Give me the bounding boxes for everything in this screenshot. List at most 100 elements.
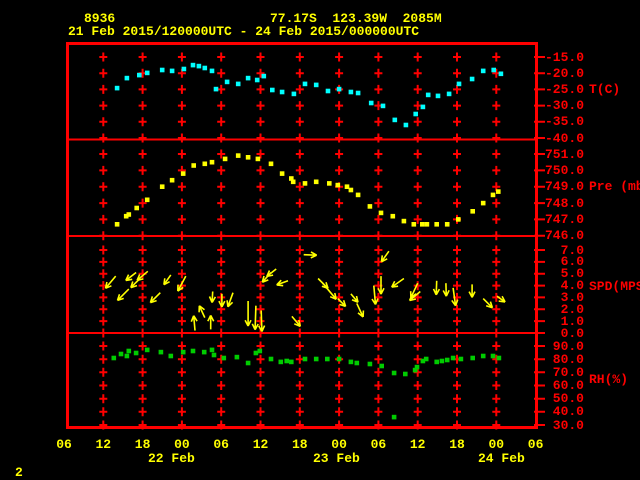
- wind-arrow: [380, 250, 390, 263]
- y-tick-label: -40.0: [544, 130, 584, 146]
- pressure-point: [420, 222, 425, 227]
- pressure-point: [411, 222, 417, 227]
- relative-humidity-point: [302, 356, 308, 362]
- x-date-label: 23 Feb: [313, 451, 360, 466]
- relative-humidity-point: [180, 349, 186, 355]
- pressure-point: [367, 204, 373, 209]
- temperature-point: [159, 67, 165, 73]
- aws-time-series-screen: 8936 77.17S 123.39W 2085M 21 Feb 2015/12…: [0, 0, 640, 480]
- wind-arrow: [371, 285, 379, 305]
- relative-humidity-point: [325, 356, 330, 362]
- wind-arrow: [442, 283, 450, 297]
- relative-humidity-point: [133, 350, 139, 356]
- relative-humidity-point: [414, 364, 420, 370]
- wind-arrow: [303, 251, 318, 259]
- temperature-point: [446, 91, 452, 97]
- relative-humidity-point: [289, 359, 294, 365]
- relative-humidity-point: [234, 354, 240, 360]
- relative-humidity-point: [168, 353, 174, 359]
- temperature-point: [181, 66, 187, 72]
- relative-humidity-point: [348, 359, 354, 365]
- temperature-point: [425, 92, 431, 98]
- relative-humidity-point: [201, 349, 207, 355]
- pressure-point: [290, 179, 296, 185]
- relative-humidity-point: [144, 347, 150, 353]
- relative-humidity-point: [111, 355, 117, 361]
- wind-arrow: [390, 277, 405, 288]
- relative-humidity-point: [313, 356, 319, 362]
- relative-humidity-point: [403, 371, 408, 377]
- relative-humidity-point: [391, 414, 397, 420]
- temperature-point: [124, 75, 130, 81]
- x-hour-label: 00: [174, 437, 190, 452]
- pressure-point: [235, 153, 241, 158]
- wind-arrow: [226, 292, 234, 308]
- panel-unit-label: T(C): [589, 81, 621, 97]
- temperature-point: [235, 81, 241, 87]
- y-tick-label: 70.0: [552, 364, 584, 380]
- relative-humidity-point: [444, 357, 450, 363]
- y-tick-label: 747.0: [544, 211, 584, 227]
- wind-arrow: [432, 280, 441, 296]
- relative-humidity-point: [367, 361, 373, 367]
- wind-arrow: [177, 275, 187, 292]
- pressure-point: [456, 217, 461, 222]
- pressure-point: [279, 171, 285, 176]
- y-tick-label: 749.0: [544, 179, 584, 195]
- temperature-point: [279, 89, 285, 95]
- pressure-point: [490, 192, 496, 198]
- temperature-point: [196, 63, 202, 69]
- relative-humidity-point: [124, 353, 130, 359]
- y-tick-label: 751.0: [544, 146, 584, 162]
- time-range: 21 Feb 2015/120000UTC - 24 Feb 2015/0000…: [68, 24, 420, 39]
- y-tick-label: 746.0: [544, 228, 584, 244]
- pressure-point: [268, 161, 274, 167]
- y-tick-label: 60.0: [552, 378, 584, 393]
- panel-unit-label: RH(%): [589, 371, 629, 387]
- temperature-point: [392, 117, 398, 123]
- x-date-label: 22 Feb: [148, 451, 195, 466]
- temperature-point: [456, 81, 462, 87]
- pressure-point: [169, 177, 175, 183]
- wind-arrow: [276, 279, 289, 287]
- relative-humidity-point: [257, 348, 263, 354]
- temperature-point: [355, 90, 361, 96]
- y-tick-label: -25.0: [544, 81, 584, 97]
- wind-arrow: [163, 274, 172, 286]
- pressure-point: [255, 156, 261, 162]
- relative-humidity-point: [423, 356, 429, 362]
- relative-humidity-point: [221, 355, 227, 361]
- relative-humidity-point: [439, 358, 445, 364]
- temperature-point: [302, 81, 308, 87]
- temperature-point: [144, 70, 150, 76]
- pressure-point: [313, 179, 319, 185]
- wind-arrow: [104, 275, 117, 290]
- temperature-point: [380, 103, 386, 109]
- temperature-point: [368, 100, 374, 106]
- x-hour-label: 06: [56, 437, 72, 452]
- pressure-point: [126, 212, 132, 217]
- pressure-point: [302, 181, 308, 186]
- wind-arrow: [125, 271, 137, 282]
- pressure-point: [191, 163, 196, 168]
- wind-arrow: [322, 282, 337, 301]
- temperature-point: [209, 68, 215, 74]
- relative-humidity-point: [480, 353, 486, 359]
- x-hour-label: 12: [252, 437, 269, 452]
- y-tick-label: -15.0: [544, 49, 584, 65]
- temperature-point: [291, 91, 297, 97]
- temperature-point: [169, 68, 175, 74]
- x-hour-label: 00: [488, 437, 505, 452]
- temperature-point: [137, 72, 142, 78]
- y-tick-label: 748.0: [544, 195, 584, 211]
- temperature-point: [491, 67, 496, 73]
- y-tick-label: 40.0: [552, 404, 584, 420]
- pressure-point: [327, 181, 332, 186]
- y-tick-label: 750.0: [544, 162, 584, 178]
- wind-arrow: [244, 301, 252, 327]
- wind-arrow: [190, 315, 198, 331]
- temperature-point: [114, 85, 120, 91]
- y-tick-label: -30.0: [544, 98, 584, 114]
- temperature-point: [336, 86, 342, 92]
- pressure-point: [355, 192, 361, 198]
